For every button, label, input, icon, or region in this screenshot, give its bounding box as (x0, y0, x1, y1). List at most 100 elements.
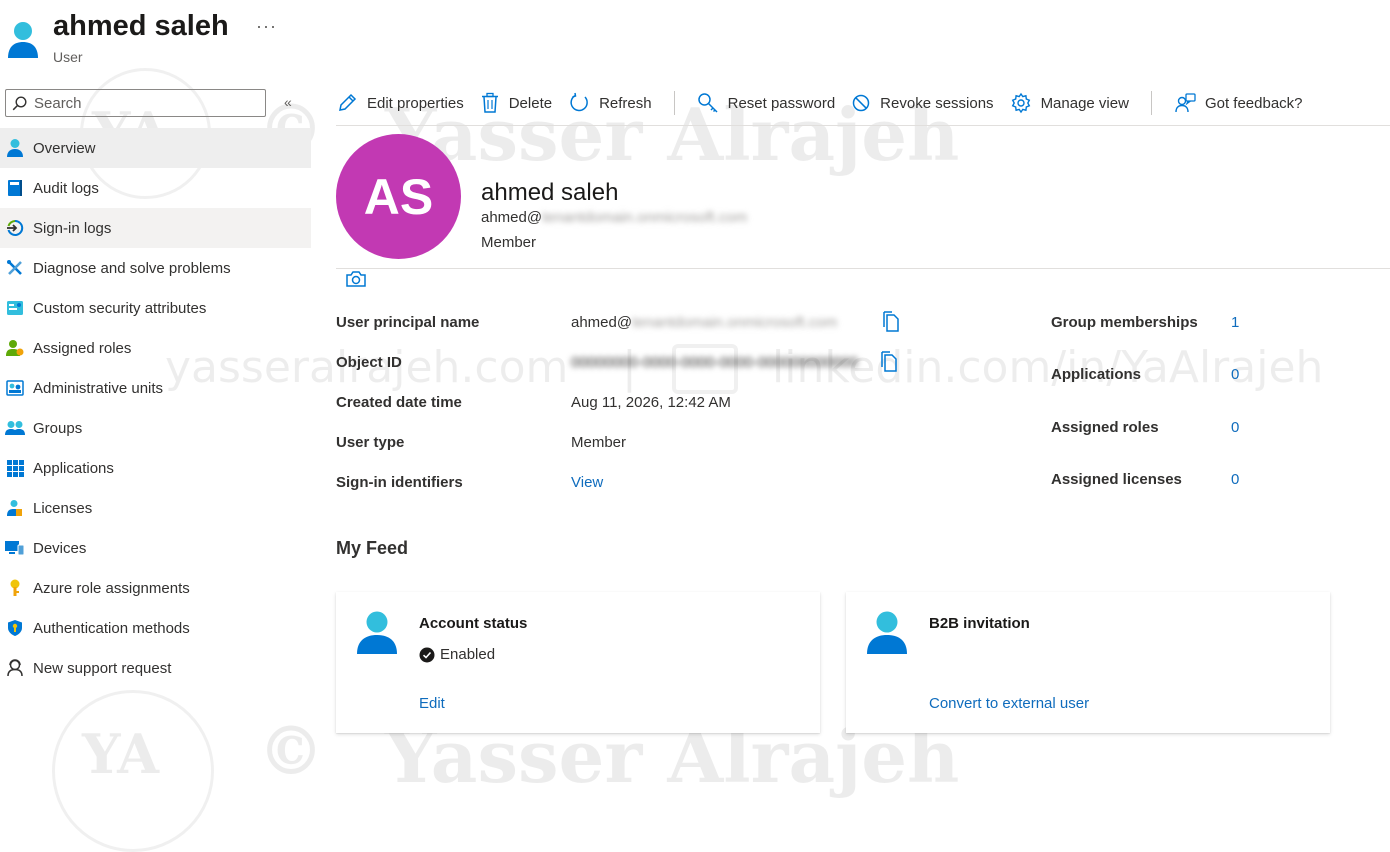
sidebar-item-label: Authentication methods (33, 619, 190, 637)
copy-icon[interactable] (879, 351, 899, 373)
created-date-value: Aug 11, 2026, 12:42 AM (571, 394, 731, 411)
reset-password-button[interactable]: Reset password (697, 92, 836, 114)
profile-email: ahmed@ tenantdomain.onmicrosoft.com (481, 209, 747, 226)
sidebar-item-audit-logs[interactable]: Audit logs (0, 168, 311, 208)
feedback-icon (1175, 93, 1196, 113)
upn-value: ahmed@tenantdomain.onmicrosoft.com (571, 314, 837, 331)
support-icon (0, 659, 33, 677)
account-status-card: Account status Enabled Edit (336, 592, 820, 733)
sidebar-search[interactable] (5, 89, 266, 117)
sidebar-item-label: Devices (33, 539, 87, 557)
user-icon (0, 138, 33, 158)
reset-password-label: Reset password (727, 94, 836, 112)
sidebar-item-administrative-units[interactable]: Administrative units (0, 368, 311, 408)
sidebar-item-label: Administrative units (33, 379, 164, 397)
b2b-invitation-card: B2B invitation Convert to external user (846, 592, 1330, 733)
group-memberships-count-link[interactable]: 1 (1231, 314, 1239, 331)
sidebar-item-assigned-roles[interactable]: Assigned roles (0, 328, 311, 368)
convert-to-external-user-link[interactable]: Convert to external user (929, 695, 1089, 712)
sign-in-identifiers-view-link[interactable]: View (571, 474, 603, 491)
revoke-sessions-label: Revoke sessions (880, 94, 994, 112)
edit-properties-button[interactable]: Edit properties (336, 92, 464, 114)
refresh-icon (570, 92, 588, 112)
search-input[interactable] (34, 92, 259, 114)
sidebar-item-label: Sign-in logs (33, 219, 112, 237)
sidebar-item-label: Licenses (33, 499, 93, 517)
assigned-licenses-label: Assigned licenses (1051, 471, 1182, 488)
sidebar-item-label: New support request (33, 659, 172, 677)
page-title: ahmed saleh (53, 10, 229, 42)
refresh-button[interactable]: Refresh (568, 92, 652, 114)
profile-name: ahmed saleh (481, 179, 619, 206)
object-id-label: Object ID (336, 354, 402, 371)
sidebar-item-authentication-methods[interactable]: Authentication methods (0, 608, 311, 648)
manage-view-button[interactable]: Manage view (1010, 92, 1129, 114)
sidebar-item-groups[interactable]: Groups (0, 408, 311, 448)
manage-view-label: Manage view (1040, 94, 1129, 112)
attributes-icon (0, 300, 33, 316)
sidebar-item-label: Groups (33, 419, 83, 437)
group-memberships-label: Group memberships (1051, 314, 1198, 331)
sidebar-item-label: Diagnose and solve problems (33, 259, 231, 277)
sidebar-item-new-support-request[interactable]: New support request (0, 648, 311, 688)
applications-count-link[interactable]: 0 (1231, 366, 1239, 383)
upn-label: User principal name (336, 314, 480, 331)
delete-button[interactable]: Delete (480, 92, 552, 114)
command-bar: Edit properties Delete Refresh Reset pas… (336, 84, 1319, 122)
camera-icon[interactable] (345, 268, 367, 290)
account-status-edit-link[interactable]: Edit (419, 695, 445, 712)
sidebar-item-label: Custom security attributes (33, 299, 207, 317)
shield-icon (0, 619, 33, 637)
assigned-licenses-count-link[interactable]: 0 (1231, 471, 1239, 488)
user-avatar-icon (8, 22, 38, 58)
sidebar-item-sign-in-logs[interactable]: Sign-in logs (0, 208, 311, 248)
user-initials-avatar: AS (336, 134, 461, 259)
profile-email-redacted: tenantdomain.onmicrosoft.com (542, 209, 748, 226)
profile-divider (336, 268, 1390, 269)
sidebar-nav: Overview Audit logs Sign-in logs Diagnos… (0, 128, 311, 688)
refresh-label: Refresh (599, 94, 652, 112)
object-id-value-redacted: 00000000-0000-0000-0000-000000000000 (571, 354, 858, 371)
sidebar-item-applications[interactable]: Applications (0, 448, 311, 488)
got-feedback-label: Got feedback? (1204, 94, 1303, 112)
sidebar-item-licenses[interactable]: Licenses (0, 488, 311, 528)
sidebar-item-overview[interactable]: Overview (0, 128, 311, 168)
copy-icon[interactable] (881, 311, 901, 333)
sidebar-item-label: Assigned roles (33, 339, 132, 357)
sidebar-item-diagnose[interactable]: Diagnose and solve problems (0, 248, 311, 288)
sidebar-item-label: Audit logs (33, 179, 99, 197)
sidebar-item-custom-security-attributes[interactable]: Custom security attributes (0, 288, 311, 328)
sidebar-item-label: Overview (33, 139, 96, 157)
sign-in-icon (0, 219, 33, 237)
edit-properties-label: Edit properties (367, 94, 464, 112)
sidebar-item-label: Azure role assignments (33, 579, 190, 597)
admin-units-icon (0, 380, 33, 396)
watermark-mark-bottom: YA (82, 722, 159, 786)
toolbar-separator (673, 91, 675, 115)
assigned-roles-count-link[interactable]: 0 (1231, 419, 1239, 436)
license-icon (0, 499, 33, 517)
b2b-invitation-title: B2B invitation (929, 615, 1030, 632)
sidebar-item-azure-role-assignments[interactable]: Azure role assignments (0, 568, 311, 608)
upn-value-redacted: tenantdomain.onmicrosoft.com (632, 314, 838, 331)
more-actions-button[interactable]: ··· (256, 16, 277, 37)
toolbar-separator (1150, 91, 1152, 115)
created-date-label: Created date time (336, 394, 462, 411)
watermark-ring-bottom (52, 690, 214, 852)
block-icon (852, 94, 870, 112)
watermark-copyright-bottom: © (258, 712, 324, 790)
pencil-icon (339, 93, 357, 111)
key-icon (0, 579, 33, 597)
sidebar-item-devices[interactable]: Devices (0, 528, 311, 568)
key-search-icon (697, 93, 718, 113)
user-type-label: User type (336, 434, 405, 451)
book-icon (0, 179, 33, 197)
role-icon (0, 339, 33, 357)
collapse-sidebar-button[interactable]: « (284, 94, 292, 110)
got-feedback-button[interactable]: Got feedback? (1174, 92, 1303, 114)
search-icon (12, 96, 27, 111)
revoke-sessions-button[interactable]: Revoke sessions (851, 93, 994, 113)
delete-label: Delete (508, 94, 553, 112)
my-feed-heading: My Feed (336, 538, 409, 558)
applications-label: Applications (1051, 366, 1142, 383)
